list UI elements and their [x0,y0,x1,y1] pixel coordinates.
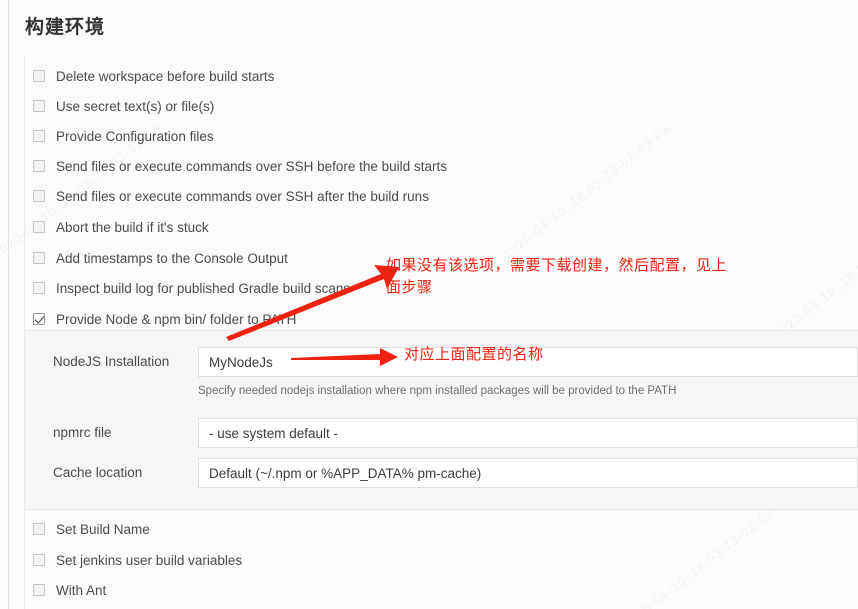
watermark: 2020-04-10_18:03:73-02-63-FA [500,120,675,262]
checkbox-row-with-ant[interactable]: With Ant [33,580,106,600]
select-npmrc-file[interactable]: - use system default - [198,418,858,448]
checkbox-abort-stuck-build[interactable] [33,221,45,233]
checkbox-ssh-before-build[interactable] [33,160,45,172]
checkbox-delete-workspace[interactable] [33,70,45,82]
checkbox-set-build-name[interactable] [33,523,45,535]
checkbox-label: Inspect build log for published Gradle b… [56,280,351,296]
checkbox-row-set-build-name[interactable]: Set Build Name [33,519,150,539]
checkbox-label: Provide Node & npm bin/ folder to PATH [56,311,297,327]
checkbox-label: Send files or execute commands over SSH … [56,188,429,204]
checkbox-add-timestamps[interactable] [33,252,45,264]
checkbox-row-inspect-build-log[interactable]: Inspect build log for published Gradle b… [33,278,350,298]
checkbox-row-use-secret-text[interactable]: Use secret text(s) or file(s) [33,96,214,116]
build-environment-page: 2020-04-10_18:03:73-02-63-FA 2020-04-10_… [0,0,858,609]
checkbox-label: Use secret text(s) or file(s) [56,98,215,114]
checkbox-with-ant[interactable] [33,584,45,596]
checkbox-row-provide-node-npm[interactable]: Provide Node & npm bin/ folder to PATH [33,309,296,329]
checkbox-row-ssh-after-build[interactable]: Send files or execute commands over SSH … [33,186,429,206]
field-label-cache-location: Cache location [53,465,143,480]
checkbox-row-ssh-before-build[interactable]: Send files or execute commands over SSH … [33,156,447,176]
select-cache-location[interactable]: Default (~/.npm or %APP_DATA% pm-cache) [198,458,858,488]
checkbox-use-secret-text[interactable] [33,100,45,112]
checkbox-provide-node-npm[interactable] [33,313,45,325]
checkbox-label: Set jenkins user build variables [56,552,243,568]
checkbox-provide-configuration-files[interactable] [33,130,45,142]
checkbox-row-set-jenkins-user-build-variables[interactable]: Set jenkins user build variables [33,550,242,570]
checkbox-label: Provide Configuration files [56,128,214,144]
field-help-nodejs-installation: Specify needed nodejs installation where… [198,385,677,397]
checkbox-row-abort-stuck-build[interactable]: Abort the build if it's stuck [33,217,209,237]
checkbox-label: Delete workspace before build starts [56,68,275,84]
left-rule [8,0,9,609]
checkbox-label: Add timestamps to the Console Output [56,250,288,266]
checkbox-label: Set Build Name [56,521,150,537]
checkbox-label: With Ant [56,582,107,598]
annotation-note-download-create: 如果没有该选项，需要下载创建，然后配置，见上 面步骤 [386,257,728,296]
checkbox-set-jenkins-user-build-variables[interactable] [33,554,45,566]
checkbox-row-add-timestamps[interactable]: Add timestamps to the Console Output [33,248,288,268]
annotation-arrows [226,265,399,366]
checkbox-ssh-after-build[interactable] [33,190,45,202]
checkbox-row-delete-workspace[interactable]: Delete workspace before build starts [33,66,274,86]
checkbox-inspect-build-log[interactable] [33,282,45,294]
annotation-note-matching-name: 对应上面配置的名称 [404,346,544,363]
field-label-nodejs-installation: NodeJS Installation [53,354,170,369]
page-title: 构建环境 [25,17,106,38]
field-label-npmrc-file: npmrc file [53,425,112,440]
checkbox-label: Abort the build if it's stuck [56,219,209,235]
checkbox-row-provide-configuration-files[interactable]: Provide Configuration files [33,126,214,146]
checkbox-label: Send files or execute commands over SSH … [56,158,447,174]
